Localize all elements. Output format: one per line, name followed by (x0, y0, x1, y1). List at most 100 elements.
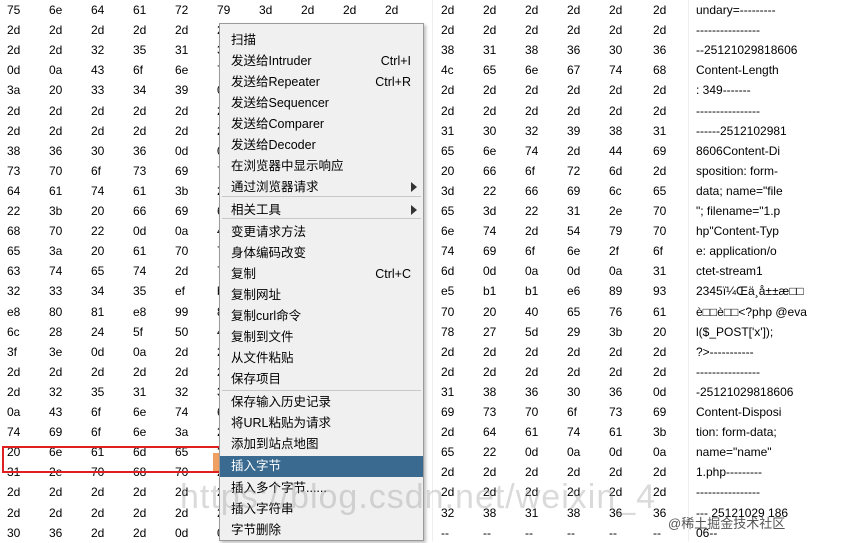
hex-byte[interactable]: 2d (525, 465, 538, 479)
hex-byte[interactable]: 5d (525, 325, 538, 339)
hex-row[interactable]: 3a203334390d0a2d2d2d2d2d2d2d2d2d: 349---… (0, 80, 853, 100)
hex-byte[interactable]: 2d (567, 83, 580, 97)
hex-byte[interactable]: 6e (133, 425, 146, 439)
ascii-text[interactable]: -25121029818606 (696, 385, 793, 399)
hex-byte[interactable]: 32 (49, 385, 62, 399)
hex-byte[interactable]: 2d (567, 144, 580, 158)
menu-item[interactable]: 发送给Repeater Ctrl+R (220, 72, 423, 93)
hex-byte[interactable]: 2d (175, 345, 188, 359)
hex-row[interactable]: 32333435efbc8ce4b880e5b1b1e689932345ï¼Œä… (0, 281, 853, 301)
hex-byte[interactable]: 66 (483, 164, 496, 178)
hex-byte[interactable]: 70 (653, 224, 666, 238)
hex-byte[interactable]: 2d (483, 104, 496, 118)
hex-byte[interactable]: 6f (91, 425, 101, 439)
hex-row[interactable]: 0d0a436f6e74656e742d4c656e677468Content-… (0, 60, 853, 80)
ascii-text[interactable]: ?>----------- (696, 345, 754, 359)
hex-byte[interactable]: 61 (133, 244, 146, 258)
hex-byte[interactable]: 74 (567, 425, 580, 439)
hex-byte[interactable]: 2d (609, 345, 622, 359)
hex-byte[interactable]: 2d (653, 3, 666, 17)
hex-byte[interactable]: 43 (91, 63, 104, 77)
hex-byte[interactable]: 61 (653, 305, 666, 319)
menu-item[interactable]: 从文件粘贴 (220, 348, 423, 369)
menu-item[interactable]: 将URL粘贴为请求 (220, 413, 423, 434)
hex-byte[interactable]: 78 (441, 325, 454, 339)
ascii-text[interactable]: Content-Disposi (696, 405, 781, 419)
hex-byte[interactable]: 0d (175, 144, 188, 158)
hex-byte[interactable]: 2d (441, 23, 454, 37)
hex-byte[interactable]: 74 (49, 264, 62, 278)
hex-byte[interactable]: 30 (609, 43, 622, 57)
hex-byte[interactable]: 65 (653, 184, 666, 198)
hex-byte[interactable]: 66 (525, 184, 538, 198)
hex-byte[interactable]: 69 (567, 184, 580, 198)
hex-byte[interactable]: 0a (133, 345, 146, 359)
hex-byte[interactable]: 36 (133, 144, 146, 158)
hex-byte[interactable]: 2d (609, 83, 622, 97)
hex-byte[interactable]: 2d (133, 104, 146, 118)
hex-byte[interactable]: 38 (441, 43, 454, 57)
hex-byte[interactable]: 2d (567, 104, 580, 118)
hex-byte[interactable]: 2d (91, 485, 104, 499)
hex-byte[interactable]: 30 (483, 124, 496, 138)
menu-item[interactable]: 字节删除 (220, 520, 423, 540)
hex-byte[interactable]: 74 (525, 144, 538, 158)
hex-byte[interactable]: 2d (133, 506, 146, 520)
hex-byte[interactable]: 75 (7, 3, 20, 17)
hex-byte[interactable]: 31 (441, 385, 454, 399)
hex-byte[interactable]: 61 (609, 425, 622, 439)
hex-byte[interactable]: 6f (525, 244, 535, 258)
hex-byte[interactable]: b1 (525, 284, 538, 298)
hex-byte[interactable]: -- (483, 526, 491, 540)
hex-row[interactable]: 223b2066696c656e616d653d22312e70"; filen… (0, 201, 853, 221)
hex-byte[interactable]: 32 (525, 124, 538, 138)
hex-byte[interactable]: 69 (175, 164, 188, 178)
hex-byte[interactable]: 2d (175, 264, 188, 278)
hex-byte[interactable]: 2d (567, 3, 580, 17)
hex-byte[interactable]: 31 (483, 43, 496, 57)
hex-byte[interactable]: 2d (525, 83, 538, 97)
ascii-text[interactable]: undary=--------- (696, 3, 776, 17)
hex-byte[interactable]: 2d (133, 23, 146, 37)
hex-byte[interactable]: 2d (7, 23, 20, 37)
hex-byte[interactable]: 30 (91, 144, 104, 158)
hex-byte[interactable]: 70 (175, 244, 188, 258)
hex-byte[interactable]: 2d (7, 365, 20, 379)
hex-byte[interactable]: 2d (653, 345, 666, 359)
hex-row[interactable]: 637465742d73747265616d0d0a0d0a31ctet-str… (0, 261, 853, 281)
menu-item[interactable]: 保存输入历史记录 (220, 392, 423, 413)
hex-byte[interactable]: 32 (175, 385, 188, 399)
hex-byte[interactable]: 6d (609, 164, 622, 178)
hex-byte[interactable]: -- (525, 526, 533, 540)
hex-byte[interactable]: 3a (7, 83, 20, 97)
hex-byte[interactable]: 6f (91, 405, 101, 419)
hex-byte[interactable]: 68 (653, 63, 666, 77)
hex-byte[interactable]: 30 (567, 385, 580, 399)
hex-row[interactable]: 646174613b206e616d653d2266696c65data; na… (0, 181, 853, 201)
hex-byte[interactable]: 61 (133, 184, 146, 198)
hex-byte[interactable]: 74 (91, 184, 104, 198)
hex-byte[interactable]: 6e (175, 63, 188, 77)
hex-byte[interactable]: 34 (133, 83, 146, 97)
ascii-text[interactable]: 1.php--------- (696, 465, 762, 479)
hex-byte[interactable]: 32 (91, 43, 104, 57)
hex-byte[interactable]: 20 (441, 164, 454, 178)
hex-byte[interactable]: 2d (441, 3, 454, 17)
hex-byte[interactable]: 2d (525, 3, 538, 17)
hex-byte[interactable]: 6e (49, 3, 62, 17)
ascii-text[interactable]: ctet-stream1 (696, 264, 763, 278)
ascii-text[interactable]: name="name" (696, 445, 772, 459)
hex-byte[interactable]: 64 (483, 425, 496, 439)
hex-byte[interactable]: 64 (7, 184, 20, 198)
hex-byte[interactable]: 2d (7, 124, 20, 138)
hex-byte[interactable]: 39 (567, 124, 580, 138)
hex-byte[interactable]: -- (609, 526, 617, 540)
hex-byte[interactable]: 0a (653, 445, 666, 459)
ascii-text[interactable]: ---------------- (696, 23, 760, 37)
hex-byte[interactable]: 40 (525, 305, 538, 319)
hex-byte[interactable]: 2d (653, 104, 666, 118)
menu-item[interactable]: 复制到文件 (220, 327, 423, 348)
hex-byte[interactable]: 2d (133, 485, 146, 499)
hex-byte[interactable]: 6c (609, 184, 622, 198)
hex-row[interactable]: 383630360d0a436f6e74656e742d44698606Cont… (0, 141, 853, 161)
